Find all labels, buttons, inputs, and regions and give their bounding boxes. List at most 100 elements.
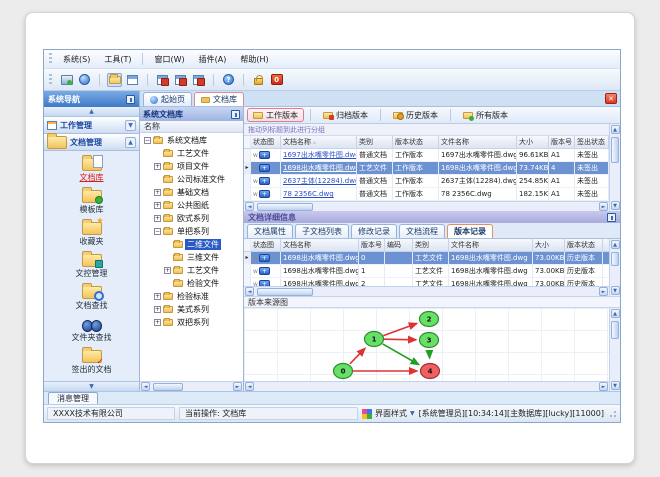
cell-doc_name[interactable]: 1698出水嘴零件图.dwg (281, 162, 357, 174)
pin-icon[interactable] (231, 109, 240, 119)
column-header-3[interactable]: 版本号 (359, 239, 385, 251)
column-header-8[interactable]: 版本状态 (565, 239, 603, 251)
all-version-button[interactable]: 所有版本 (457, 108, 514, 122)
graph-vertical-scrollbar[interactable]: ▲ ▼ (609, 308, 620, 391)
menu-item-tools[interactable]: 工具(T) (97, 52, 138, 67)
column-header-4[interactable]: 编码 (385, 239, 413, 251)
menu-item-plugins[interactable]: 插件(A) (192, 52, 234, 67)
table1-horizontal-scrollbar[interactable]: ◄ ► (244, 201, 609, 211)
tab-doc-properties[interactable]: 文档属性 (247, 224, 293, 238)
exit-icon[interactable]: 0 (269, 73, 284, 87)
column-header-5[interactable]: 类别 (413, 239, 449, 251)
version-node-0[interactable]: 0 (332, 362, 354, 380)
archive-version-button[interactable]: 归档版本 (317, 108, 374, 122)
column-header-7[interactable]: 大小 (533, 239, 565, 251)
tree-node[interactable]: + 项目文件 (140, 160, 243, 173)
scroll-right-icon[interactable]: ► (599, 202, 608, 211)
column-header-4[interactable]: 版本状态 (393, 136, 439, 148)
tree-node[interactable]: + 基础文档 (140, 186, 243, 199)
tab-modify-records[interactable]: 修改记录 (351, 224, 397, 238)
table1-vertical-scrollbar[interactable]: ▲ ▼ (609, 124, 620, 211)
report-window-icon-3[interactable] (191, 73, 206, 87)
expand-icon[interactable]: + (154, 319, 161, 326)
grid-window-icon[interactable] (125, 73, 140, 87)
tree-node[interactable]: + 工艺文件 (140, 264, 243, 277)
table-row[interactable]: w +1697出水嘴零件图.dwg 普通文档 工作版本 1697出水嘴零件图.dwg 96… (244, 149, 609, 162)
group-by-hint[interactable]: 拖动列标题到此进行分组 (244, 124, 609, 136)
sidebar-item-doc-control[interactable]: 文控管理 (44, 250, 139, 282)
close-icon[interactable]: ✕ (605, 93, 617, 104)
chevron-up-icon[interactable]: ▲ (125, 136, 136, 148)
pin-icon[interactable] (607, 212, 616, 222)
menu-item-system[interactable]: 系统(S) (56, 52, 97, 67)
column-header-7[interactable]: 版本号 (549, 136, 575, 148)
table-row[interactable]: ▸ w +1698出水嘴零件图.dwg 0 工艺文件 1698出水嘴零件图.dwg 73.0… (244, 252, 609, 265)
scroll-left-icon[interactable]: ◄ (141, 382, 150, 391)
collapse-icon[interactable]: − (154, 228, 161, 235)
sidebar-item-doc-search[interactable]: 文档查找 (44, 282, 139, 314)
scroll-thumb[interactable] (153, 382, 183, 391)
lock-icon[interactable] (251, 73, 266, 87)
expand-icon[interactable]: + (154, 202, 161, 209)
column-header-2[interactable]: 文档名称 (281, 239, 359, 251)
tree-node[interactable]: 公司标准文件 (140, 173, 243, 186)
tree-node[interactable]: + 检验标准 (140, 290, 243, 303)
tab-start-page[interactable]: 起始页 (143, 92, 192, 106)
collapse-icon[interactable]: − (144, 137, 151, 144)
tree-node[interactable]: + 双把系列 (140, 316, 243, 329)
table-row[interactable]: ▸ w +1698出水嘴零件图.dwg 工艺文件 工作版本 1698出水嘴零件图.dwg 7… (244, 162, 609, 175)
resize-grip[interactable] (608, 409, 617, 418)
interface-style-button[interactable]: 界面样式 ▼ (362, 408, 415, 419)
group-work-management[interactable]: 工作管理 ▼ (44, 117, 139, 134)
graph-horizontal-scrollbar[interactable]: ◄ ► (244, 381, 609, 391)
menu-item-help[interactable]: 帮助(H) (233, 52, 275, 67)
tree-node[interactable]: 二维文件 (140, 238, 243, 251)
tab-subdoc-list[interactable]: 子文档列表 (295, 224, 349, 238)
sidebar-scroll-down[interactable]: ▼ (44, 381, 139, 391)
cell-doc_name[interactable]: 1697出水嘴零件图.dwg (281, 149, 357, 161)
scroll-thumb[interactable] (611, 137, 619, 163)
column-header-5[interactable]: 文件名称 (439, 136, 517, 148)
chevron-down-icon[interactable]: ▼ (125, 119, 136, 131)
sidebar-item-checked-out-docs[interactable]: 签出的文档 (44, 346, 139, 378)
scroll-left-icon[interactable]: ◄ (245, 382, 254, 391)
version-node-3[interactable]: 3 (418, 331, 440, 349)
tree-horizontal-scrollbar[interactable]: ◄ ► (140, 381, 243, 391)
sidebar-item-folder-search[interactable]: 文件夹查找 (44, 314, 139, 346)
menubar-grip[interactable] (49, 53, 52, 65)
monitor-icon[interactable] (59, 73, 74, 87)
scroll-thumb[interactable] (611, 252, 619, 266)
sidebar-scroll-up[interactable]: ▲ (44, 107, 139, 117)
cell-doc_name[interactable]: 78 2356C.dwg (281, 188, 357, 200)
scroll-up-icon[interactable]: ▲ (610, 309, 620, 318)
scroll-left-icon[interactable]: ◄ (245, 202, 254, 211)
scroll-thumb[interactable] (257, 202, 313, 211)
tree-node[interactable]: 三维文件 (140, 251, 243, 264)
sidebar-item-document-library[interactable]: 文档库 (44, 154, 139, 186)
version-node-1[interactable]: 1 (363, 330, 385, 348)
scroll-right-icon[interactable]: ► (599, 287, 608, 296)
tab-version-records[interactable]: 版本记录 (447, 224, 493, 238)
expand-icon[interactable]: + (154, 293, 161, 300)
pin-icon[interactable] (126, 94, 135, 104)
open-folder-icon[interactable] (107, 72, 122, 87)
work-version-button[interactable]: 工作版本 (247, 108, 304, 122)
column-header-1[interactable]: 状态图 (251, 239, 281, 251)
scroll-up-icon[interactable]: ▲ (610, 125, 620, 134)
tree-node[interactable]: + 美式系列 (140, 303, 243, 316)
table-row[interactable]: w +1698出水嘴零件图.dwg 1 工艺文件 1698出水嘴零件图.dwg 73.00… (244, 265, 609, 278)
column-header-2[interactable]: 文档名称 ▵ (281, 136, 357, 148)
tree-node[interactable]: + 欧式系列 (140, 212, 243, 225)
group-document-management[interactable]: 文档管理 ▲ (44, 132, 139, 151)
table-row[interactable]: w +2637主体(12284).dwg 普通文档 工作版本 2637主体(12284)… (244, 175, 609, 188)
tab-message-management[interactable]: 消息管理 (48, 392, 98, 404)
table-row[interactable]: w +78 2356C.dwg 普通文档 工作版本 78 2356C.dwg 182.15… (244, 188, 609, 201)
scroll-thumb[interactable] (257, 287, 313, 296)
sidebar-item-favorites[interactable]: 收藏夹 (44, 216, 139, 250)
cell-doc_name[interactable]: 2637主体(12284).dwg (281, 175, 357, 187)
tree-node[interactable]: − 系统文档库 (140, 134, 243, 147)
report-window-icon-2[interactable] (173, 73, 188, 87)
scroll-down-icon[interactable]: ▼ (610, 381, 620, 390)
scroll-up-icon[interactable]: ▲ (610, 240, 620, 249)
table-row[interactable]: w +1698出水嘴零件图.dwg 2 工艺文件 1698出水嘴零件图.dwg 73.00… (244, 278, 609, 286)
